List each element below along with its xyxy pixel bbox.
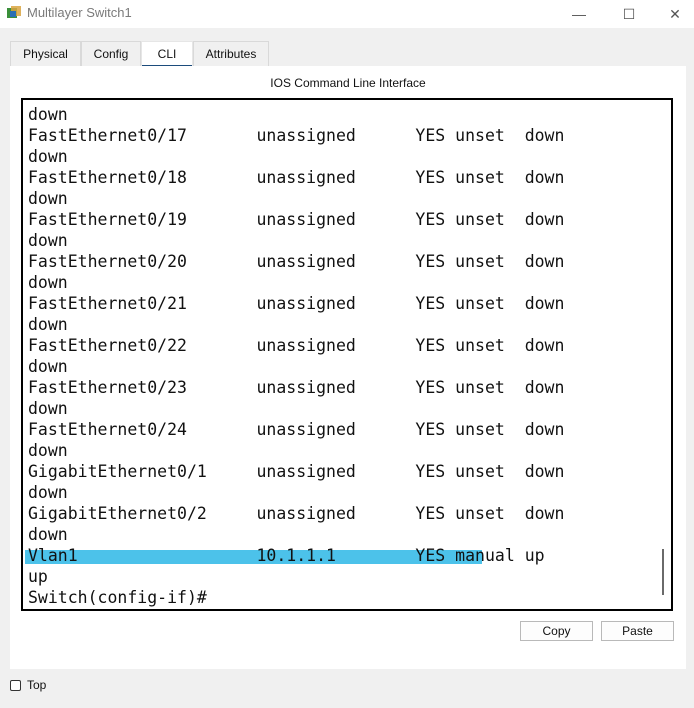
paste-button[interactable]: Paste — [601, 621, 674, 641]
tab-bar: Physical Config CLI Attributes — [10, 41, 269, 68]
copy-button[interactable]: Copy — [520, 621, 593, 641]
tab-cli[interactable]: CLI — [141, 41, 193, 68]
tab-config-label: Config — [93, 47, 129, 61]
cli-terminal[interactable]: down FastEthernet0/17 unassigned YES uns… — [21, 98, 673, 611]
tab-attributes-label: Attributes — [205, 47, 257, 61]
cli-panel: IOS Command Line Interface down FastEthe… — [10, 66, 686, 669]
tab-physical[interactable]: Physical — [10, 41, 81, 66]
terminal-scrollbar[interactable] — [659, 100, 669, 609]
window-content: Physical Config CLI Attributes IOS Comma… — [0, 28, 694, 708]
maximize-icon[interactable]: ☐ — [606, 0, 652, 28]
close-icon[interactable]: ✕ — [652, 0, 694, 28]
tab-attributes[interactable]: Attributes — [193, 41, 269, 66]
top-checkbox-label: Top — [27, 678, 47, 692]
minimize-icon[interactable]: — — [556, 0, 602, 28]
title-bar: Multilayer Switch1 — ☐ ✕ — [0, 0, 694, 28]
panel-title: IOS Command Line Interface — [270, 76, 426, 90]
tab-cli-label: CLI — [157, 47, 177, 61]
window-title: Multilayer Switch1 — [27, 5, 132, 20]
top-option: Top — [10, 678, 46, 692]
app-icon — [7, 6, 21, 18]
top-checkbox[interactable] — [10, 679, 21, 691]
tab-physical-label: Physical — [23, 47, 68, 61]
tab-config[interactable]: Config — [81, 41, 141, 66]
terminal-output[interactable]: down FastEthernet0/17 unassigned YES uns… — [28, 104, 564, 608]
scrollbar-thumb[interactable] — [662, 549, 664, 595]
